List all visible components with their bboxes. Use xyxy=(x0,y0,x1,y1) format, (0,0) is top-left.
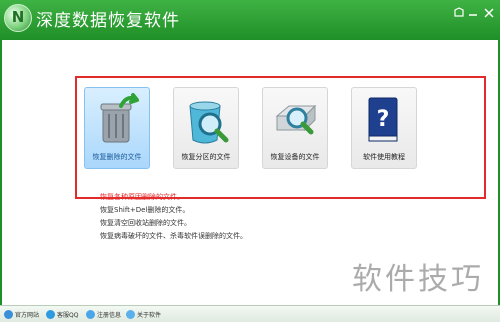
register-icon xyxy=(86,309,95,319)
tile-label-recover-device: 恢复设备的文件 xyxy=(270,153,320,161)
description-line: 恢复病毒破坏的文件、杀毒软件误删除的文件。 xyxy=(100,232,247,240)
bin-magnifier-icon xyxy=(189,101,229,144)
device-magnifier-icon xyxy=(275,104,317,135)
help-book-icon: ? xyxy=(368,97,398,142)
skin-icon[interactable] xyxy=(452,6,466,20)
official-site-link[interactable]: 官方网站 xyxy=(4,308,39,320)
status-bar: 官方网站 客服QQ 注册信息 关于软件 xyxy=(0,305,500,322)
watermark-text: 软件技巧 xyxy=(352,262,484,297)
svg-text:?: ? xyxy=(377,107,390,132)
app-logo-letter: N xyxy=(11,8,25,26)
about-software-link[interactable]: 关于软件 xyxy=(126,308,161,320)
minimize-button[interactable] xyxy=(466,6,480,20)
window-title: 深度数据恢复软件 xyxy=(36,11,180,31)
tile-label-recover-partition: 恢复分区的文件 xyxy=(181,153,231,161)
qq-icon xyxy=(46,309,55,319)
home-icon xyxy=(4,309,13,319)
register-info-link[interactable]: 注册信息 xyxy=(86,308,121,320)
recycle-bin-icon xyxy=(100,93,139,143)
description-line: 恢复各种原因删除的文件。 xyxy=(100,193,184,201)
about-icon xyxy=(126,309,135,319)
close-button[interactable] xyxy=(482,6,496,20)
title-bar: N 深度数据恢复软件 xyxy=(0,0,500,40)
tile-label-tutorial: 软件使用教程 xyxy=(363,153,405,161)
app-logo-icon: N xyxy=(4,4,32,32)
status-label: 注册信息 xyxy=(97,311,122,319)
description-line: 恢复Shift+Del删除的文件。 xyxy=(100,206,190,214)
tile-label-recover-deleted: 恢复删除的文件 xyxy=(92,153,142,161)
support-qq-link[interactable]: 客服QQ xyxy=(46,308,78,320)
status-label: 客服QQ xyxy=(57,311,79,319)
status-label: 关于软件 xyxy=(137,311,162,319)
description-line: 恢复清空回收站删除的文件。 xyxy=(100,219,191,227)
status-label: 官方网站 xyxy=(15,311,40,319)
